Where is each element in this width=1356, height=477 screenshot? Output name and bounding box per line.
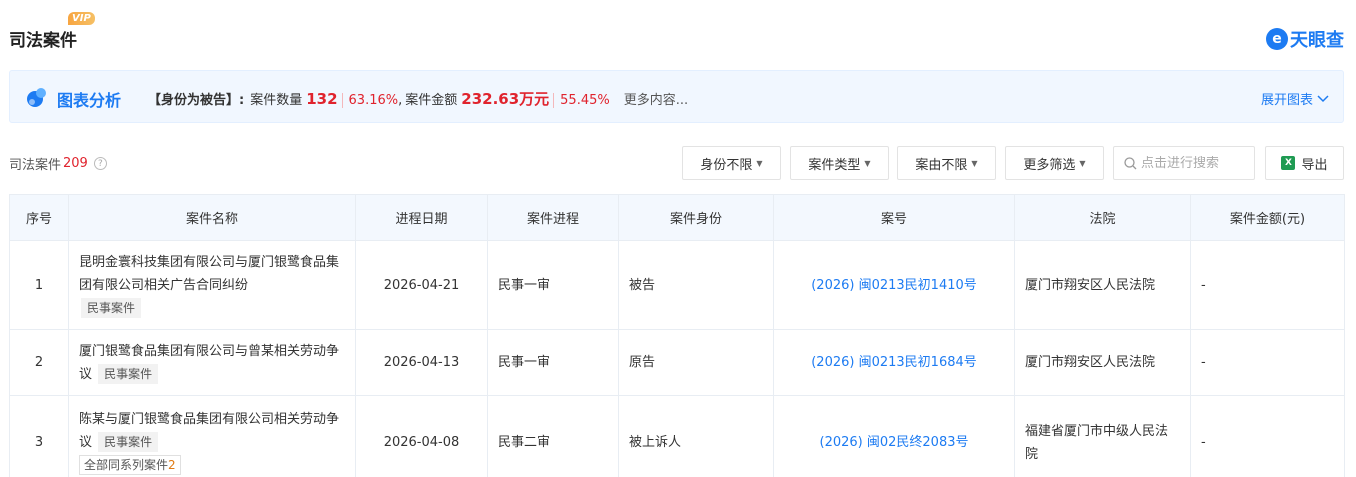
search-icon <box>1124 156 1137 169</box>
column-header: 进程日期 <box>355 194 488 241</box>
progress-date: 2026-04-21 <box>355 240 488 330</box>
column-header: 案号 <box>773 194 1015 241</box>
case-count-value: 132 <box>306 90 338 108</box>
case-number-cell[interactable]: (2026) 闽0213民初1410号 <box>773 240 1015 330</box>
role-filter-label: 【身份为被告】: <box>148 93 245 108</box>
tianyancha-logo[interactable]: e 天眼查 <box>1266 26 1344 52</box>
caret-down-icon: ▼ <box>971 158 978 168</box>
case-role: 原告 <box>618 329 774 396</box>
filter-cause-label: 案由不限 <box>915 157 968 173</box>
row-index: 3 <box>9 395 69 477</box>
case-amount: - <box>1190 395 1345 477</box>
table-row[interactable]: 2 厦门银鹭食品集团有限公司与曾某相关劳动争议 民事案件 2026-04-13 … <box>9 329 1345 396</box>
more-filters-dropdown[interactable]: 更多筛选 ▼ <box>1005 146 1104 180</box>
series-cases-label: 全部同系列案件 <box>84 458 169 472</box>
case-count-label: 案件数量 <box>250 93 303 108</box>
case-stage: 民事一审 <box>487 240 619 330</box>
case-number-cell[interactable]: (2026) 闽0213民初1684号 <box>773 329 1015 396</box>
analysis-summary: 【身份为被告】: 案件数量 132 63.16% , 案件金额 232.63万元… <box>148 88 688 109</box>
case-table: 序号 案件名称 进程日期 案件进程 案件身份 案号 法院 案件金额(元) 1 昆… <box>9 194 1345 477</box>
case-total-count: 209 <box>63 156 88 171</box>
chevron-down-icon <box>1317 94 1329 102</box>
expand-chart-label: 展开图表 <box>1260 93 1313 108</box>
vip-badge: VIP <box>68 12 95 25</box>
case-stage: 民事一审 <box>487 329 619 396</box>
more-content-link[interactable]: 更多内容... <box>624 89 688 108</box>
court: 厦门市翔安区人民法院 <box>1014 240 1191 330</box>
progress-date: 2026-04-13 <box>355 329 488 396</box>
case-name-cell[interactable]: 陈某与厦门银鹭食品集团有限公司相关劳动争议 民事案件 全部同系列案件2 <box>68 395 356 477</box>
summary-separator: , <box>398 93 403 108</box>
column-header: 序号 <box>9 194 69 241</box>
export-label: 导出 <box>1301 157 1328 173</box>
caret-down-icon: ▼ <box>864 158 871 168</box>
filter-case-type-label: 案件类型 <box>808 157 861 173</box>
series-cases-link[interactable]: 全部同系列案件2 <box>79 455 181 475</box>
page-title: 司法案件 <box>9 31 77 51</box>
column-header: 法院 <box>1014 194 1191 241</box>
case-number-link[interactable]: (2026) 闽0213民初1410号 <box>811 278 977 293</box>
more-filters-label: 更多筛选 <box>1023 157 1076 173</box>
filter-case-type-dropdown[interactable]: 案件类型 ▼ <box>790 146 889 180</box>
table-row[interactable]: 3 陈某与厦门银鹭食品集团有限公司相关劳动争议 民事案件 全部同系列案件2 20… <box>9 395 1345 477</box>
chart-analysis-bar: 图表分析 【身份为被告】: 案件数量 132 63.16% , 案件金额 232… <box>9 70 1344 123</box>
case-number-link[interactable]: (2026) 闽02民终2083号 <box>820 435 969 450</box>
filter-role-dropdown[interactable]: 身份不限 ▼ <box>682 146 781 180</box>
case-amount-percent: 55.45% <box>553 93 610 108</box>
logo-text: 天眼查 <box>1290 30 1344 51</box>
case-number-cell[interactable]: (2026) 闽02民终2083号 <box>773 395 1015 477</box>
case-amount: - <box>1190 329 1345 396</box>
court: 厦门市翔安区人民法院 <box>1014 329 1191 396</box>
column-header: 案件金额(元) <box>1190 194 1345 241</box>
case-type-tag: 民事案件 <box>98 363 159 384</box>
export-button[interactable]: X 导出 <box>1265 146 1344 180</box>
case-role: 被告 <box>618 240 774 330</box>
case-type-tag: 民事案件 <box>81 297 142 318</box>
expand-chart-button[interactable]: 展开图表 <box>1261 89 1329 108</box>
table-row[interactable]: 1 昆明金寰科技集团有限公司与厦门银鹭食品集团有限公司相关广告合同纠纷 民事案件… <box>9 240 1345 330</box>
row-index: 2 <box>9 329 69 396</box>
case-amount: - <box>1190 240 1345 330</box>
case-count-percent: 63.16% <box>341 93 398 108</box>
analysis-title: 图表分析 <box>57 91 122 110</box>
progress-date: 2026-04-08 <box>355 395 488 477</box>
logo-mark-icon: e <box>1266 28 1288 50</box>
column-header: 案件进程 <box>487 194 619 241</box>
case-total-label: 司法案件 <box>9 158 62 173</box>
case-role: 被上诉人 <box>618 395 774 477</box>
court: 福建省厦门市中级人民法院 <box>1014 395 1191 477</box>
header: 司法案件 VIP e 天眼查 <box>0 0 1356 62</box>
case-name-cell[interactable]: 厦门银鹭食品集团有限公司与曾某相关劳动争议 民事案件 <box>68 329 356 396</box>
row-index: 1 <box>9 240 69 330</box>
filter-cause-dropdown[interactable]: 案由不限 ▼ <box>897 146 996 180</box>
case-amount-value: 232.63万元 <box>461 90 550 108</box>
case-amount-label: 案件金额 <box>405 93 458 108</box>
series-cases-count: 2 <box>168 458 176 472</box>
excel-icon: X <box>1281 156 1296 170</box>
help-icon[interactable]: ? <box>93 157 107 170</box>
case-total: 司法案件 209 ? <box>9 154 107 173</box>
case-stage: 民事二审 <box>487 395 619 477</box>
case-name-cell[interactable]: 昆明金寰科技集团有限公司与厦门银鹭食品集团有限公司相关广告合同纠纷 民事案件 <box>68 240 356 330</box>
case-number-link[interactable]: (2026) 闽0213民初1684号 <box>811 355 977 370</box>
search-box[interactable] <box>1113 146 1255 180</box>
caret-down-icon: ▼ <box>1079 158 1086 168</box>
chart-analysis-icon <box>27 88 46 107</box>
search-input[interactable] <box>1141 155 1251 171</box>
column-header: 案件身份 <box>618 194 774 241</box>
case-name[interactable]: 昆明金寰科技集团有限公司与厦门银鹭食品集团有限公司相关广告合同纠纷 <box>79 255 339 293</box>
filter-role-label: 身份不限 <box>700 157 753 173</box>
case-type-tag: 民事案件 <box>98 432 159 452</box>
column-header: 案件名称 <box>68 194 356 241</box>
caret-down-icon: ▼ <box>756 158 763 168</box>
table-header-row: 序号 案件名称 进程日期 案件进程 案件身份 案号 法院 案件金额(元) <box>9 194 1345 241</box>
